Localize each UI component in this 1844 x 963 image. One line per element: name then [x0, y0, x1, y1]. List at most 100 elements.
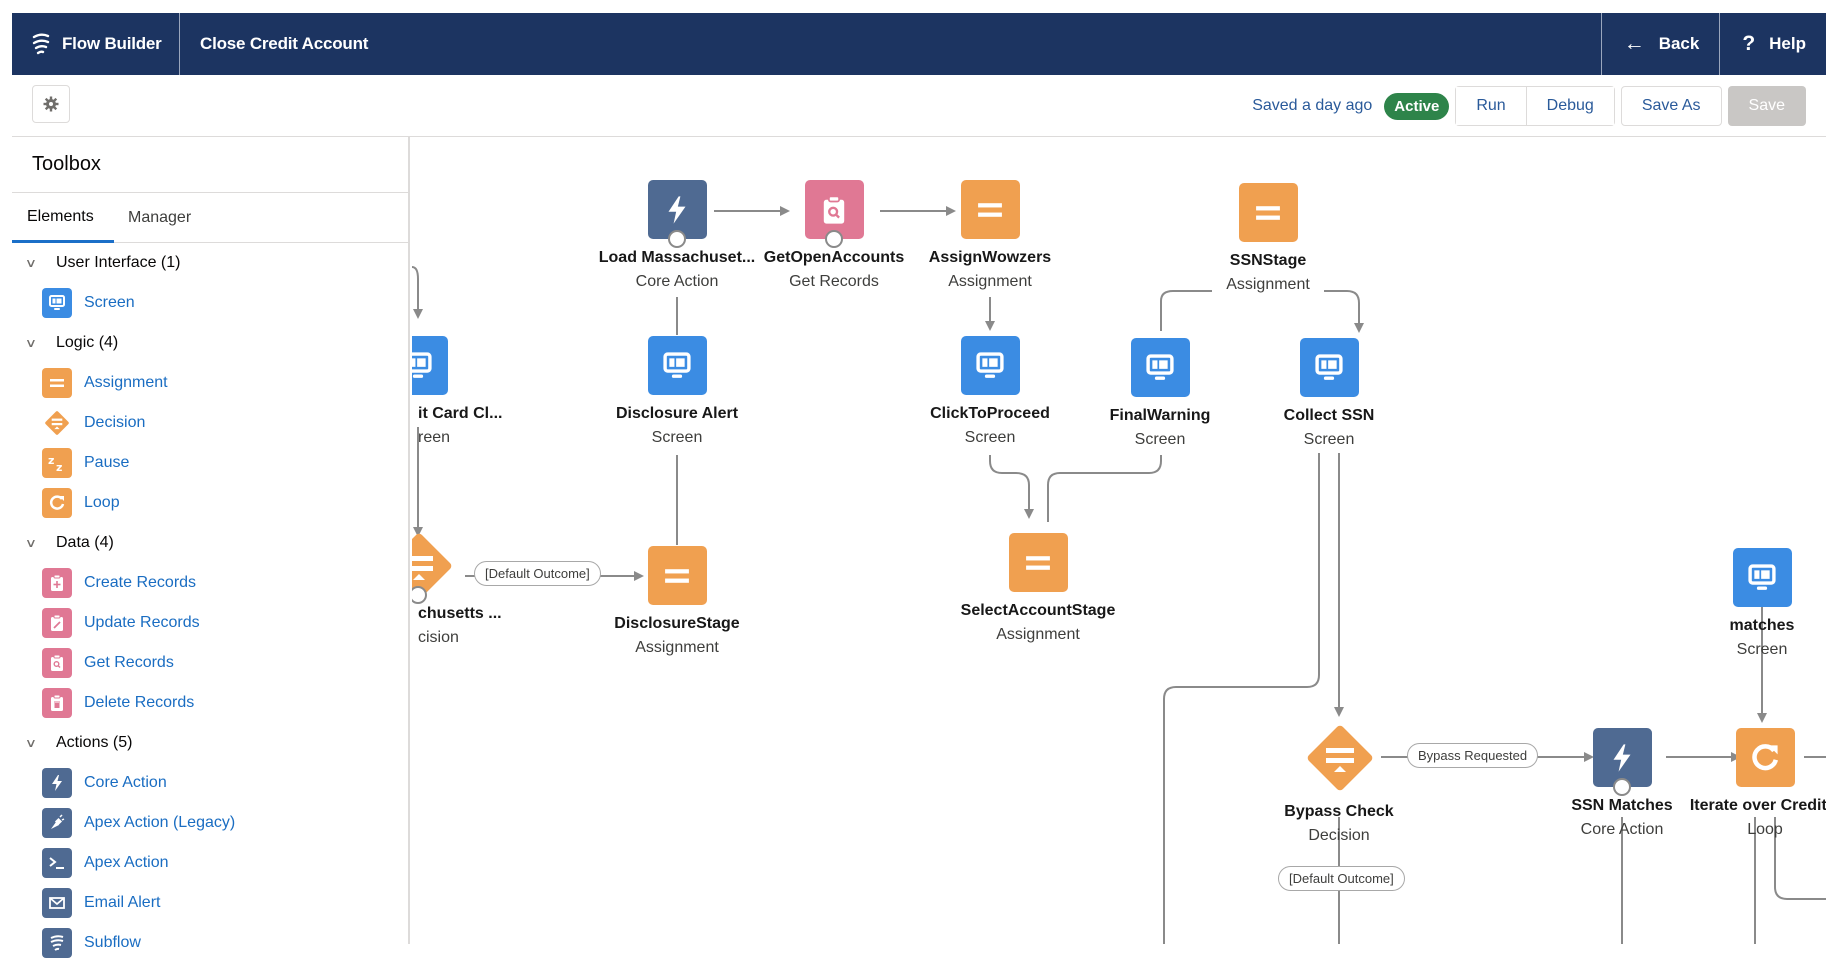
debug-button[interactable]: Debug	[1525, 87, 1614, 125]
connector	[1324, 290, 1364, 333]
status-badge: Active	[1384, 92, 1450, 120]
screen-icon	[647, 336, 707, 395]
tab-manager[interactable]: Manager	[128, 193, 191, 243]
assignment-icon	[647, 546, 707, 605]
toolbox-item-delete-records[interactable]: Delete Records	[12, 683, 408, 723]
section-user-interface[interactable]: ∨ User Interface (1)	[12, 243, 408, 283]
toolbox-item-create-records[interactable]: Create Records	[12, 563, 408, 603]
toolbox-item-decision[interactable]: Decision	[12, 403, 408, 443]
flow-canvas[interactable]: it Card Cl... reen chusetts ... cision […	[412, 137, 1826, 944]
connector	[1160, 290, 1212, 331]
node-click-to-proceed[interactable]: ClickToProceed Screen	[910, 336, 1070, 447]
toolbox-item-loop[interactable]: Loop	[12, 483, 408, 523]
run-button[interactable]: Run	[1456, 87, 1526, 125]
connector-port[interactable]	[1613, 778, 1631, 796]
node-disclosure-stage[interactable]: DisclosureStage Assignment	[597, 546, 757, 657]
help-button[interactable]: ? Help	[1719, 13, 1826, 75]
toolbox-item-email-alert[interactable]: Email Alert	[12, 883, 408, 923]
node-bypass-check[interactable]: Bypass Check Decision	[1259, 725, 1419, 845]
toolbox-item-screen[interactable]: Screen	[12, 283, 408, 323]
node-type: Decision	[1308, 827, 1370, 844]
node-select-account-stage[interactable]: SelectAccountStage Assignment	[958, 533, 1118, 644]
save-as-button[interactable]: Save As	[1620, 86, 1722, 126]
node-type: Get Records	[789, 273, 879, 290]
section-actions[interactable]: ∨ Actions (5)	[12, 723, 408, 763]
node-final-warning[interactable]: FinalWarning Screen	[1080, 338, 1240, 449]
toolbox-item-get-records[interactable]: Get Records	[12, 643, 408, 683]
gear-icon	[43, 96, 59, 112]
toolbox-item-apex-action-legacy[interactable]: Apex Action (Legacy)	[12, 803, 408, 843]
toolbox-item-update-records[interactable]: Update Records	[12, 603, 408, 643]
connector	[1047, 455, 1162, 522]
node-credit-card-screen[interactable]: it Card Cl... reen	[412, 336, 503, 447]
loop-icon	[42, 488, 72, 518]
tab-elements[interactable]: Elements	[12, 193, 114, 243]
core-action-icon	[42, 768, 72, 798]
question-icon: ?	[1742, 32, 1756, 55]
screen-icon	[1732, 548, 1792, 607]
node-label: Load Massachuset...	[598, 249, 756, 266]
connector-port[interactable]	[668, 230, 686, 248]
node-ssn-stage[interactable]: SSNStage Assignment	[1188, 183, 1348, 294]
back-button[interactable]: ← Back	[1600, 13, 1720, 75]
node-label: SelectAccountStage	[960, 602, 1116, 619]
assignment-icon	[42, 368, 72, 398]
item-label: Apex Action	[84, 854, 169, 871]
apex-legacy-icon	[42, 808, 72, 838]
element-list: ∨ User Interface (1) Screen ∨ Logic (4) …	[12, 243, 408, 963]
node-ssn-matches[interactable]: SSN Matches Core Action	[1542, 728, 1702, 839]
node-type: Core Action	[1580, 821, 1664, 838]
section-logic[interactable]: ∨ Logic (4)	[12, 323, 408, 363]
subflow-icon	[42, 928, 72, 958]
toolbox-item-pause[interactable]: zz Pause	[12, 443, 408, 483]
node-massachusetts-decision[interactable]: chusetts ... cision	[412, 533, 502, 647]
toolbox-item-apex-action[interactable]: Apex Action	[12, 843, 408, 883]
node-type: Loop	[1747, 821, 1783, 838]
chevron-down-icon: ∨	[24, 256, 38, 270]
node-label: SSNStage	[1229, 252, 1307, 269]
node-collect-ssn[interactable]: Collect SSN Screen	[1249, 338, 1409, 449]
toolbox-item-subflow[interactable]: Subflow	[12, 923, 408, 963]
node-label: matches	[1729, 617, 1795, 634]
decision-icon	[42, 408, 72, 438]
flow-properties-button[interactable]	[32, 85, 70, 123]
node-type: Screen	[651, 429, 703, 446]
assignment-icon	[1238, 183, 1298, 242]
connector	[412, 266, 423, 319]
toolbar-actions: Saved a day ago Active Run Debug Save As…	[1252, 86, 1806, 126]
arrow-left-icon: ←	[1623, 32, 1645, 55]
get-records-icon	[42, 648, 72, 678]
decision-icon	[412, 533, 451, 604]
item-label: Update Records	[84, 614, 200, 631]
connector-port[interactable]	[825, 230, 843, 248]
connector	[989, 455, 1034, 519]
node-label: it Card Cl...	[418, 405, 503, 422]
section-label: Data (4)	[56, 534, 114, 551]
item-label: Subflow	[84, 934, 141, 951]
save-button[interactable]: Save	[1727, 86, 1806, 126]
node-type: Core Action	[635, 273, 719, 290]
chevron-down-icon: ∨	[24, 736, 38, 750]
section-data[interactable]: ∨ Data (4)	[12, 523, 408, 563]
flow-builder-logo-icon	[32, 33, 50, 55]
node-label: GetOpenAccounts	[763, 249, 905, 266]
node-label: SSN Matches	[1571, 797, 1673, 814]
help-label: Help	[1769, 34, 1806, 53]
node-label: Collect SSN	[1283, 407, 1375, 424]
item-label: Loop	[84, 494, 120, 511]
screen-icon	[412, 336, 448, 395]
node-disclosure-alert[interactable]: Disclosure Alert Screen	[597, 336, 757, 447]
node-matches[interactable]: matches Screen	[1682, 548, 1826, 659]
screen-icon	[42, 288, 72, 318]
node-assign-wowzers[interactable]: AssignWowzers Assignment	[910, 180, 1070, 291]
node-get-open-accounts[interactable]: GetOpenAccounts Get Records	[754, 180, 914, 291]
item-label: Email Alert	[84, 894, 161, 911]
toolbox-item-core-action[interactable]: Core Action	[12, 763, 408, 803]
toolbox-item-assignment[interactable]: Assignment	[12, 363, 408, 403]
flow-title: Close Credit Account	[200, 34, 369, 53]
node-load-massachusetts[interactable]: Load Massachuset... Core Action	[597, 180, 757, 291]
node-label: Iterate over Credit...	[1689, 797, 1826, 814]
back-label: Back	[1658, 34, 1700, 53]
node-type: Assignment	[948, 273, 1032, 290]
node-iterate-loop[interactable]: Iterate over Credit... Loop	[1685, 728, 1826, 839]
